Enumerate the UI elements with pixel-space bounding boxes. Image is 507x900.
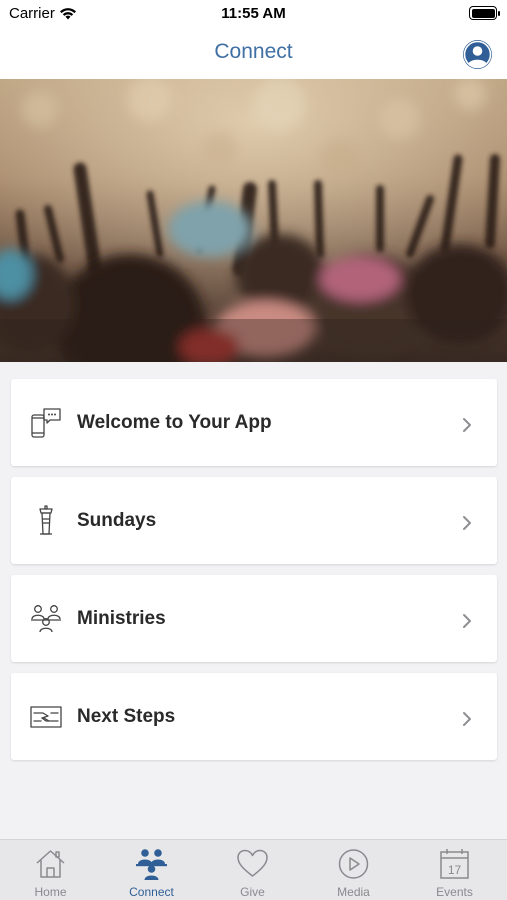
tab-bar: Home Connect Give Media 17 Events — [0, 839, 507, 900]
menu-item-label: Welcome to Your App — [77, 412, 272, 433]
hero-image — [0, 79, 507, 362]
tab-label: Home — [34, 885, 67, 899]
tab-label: Media — [337, 885, 370, 899]
page-title: Connect — [214, 40, 293, 63]
handshake-icon — [30, 706, 62, 728]
menu-item-welcome[interactable]: Welcome to Your App — [11, 379, 497, 466]
tab-label: Give — [240, 885, 265, 899]
tab-home[interactable]: Home — [0, 840, 101, 900]
chevron-right-icon — [463, 614, 471, 628]
phone-chat-icon — [31, 408, 61, 438]
menu-item-label: Ministries — [77, 608, 166, 629]
navigation-bar: Connect — [0, 28, 507, 79]
connect-people-icon — [136, 849, 167, 880]
tab-media[interactable]: Media — [303, 840, 404, 900]
chevron-right-icon — [463, 418, 471, 432]
play-icon — [338, 849, 369, 879]
menu-item-label: Sundays — [77, 510, 157, 531]
battery-icon — [469, 6, 500, 20]
heart-icon — [237, 849, 268, 877]
user-icon — [463, 40, 492, 69]
status-bar: Carrier 11:55 AM — [0, 0, 507, 28]
chevron-right-icon — [463, 516, 471, 530]
tab-label: Connect — [129, 885, 174, 899]
tab-give[interactable]: Give — [202, 840, 303, 900]
menu-item-next-steps[interactable]: Next Steps — [11, 673, 497, 760]
menu-item-sundays[interactable]: Sundays — [11, 477, 497, 564]
chevron-right-icon — [463, 712, 471, 726]
tab-events[interactable]: 17 Events — [404, 840, 505, 900]
profile-button[interactable] — [463, 40, 492, 69]
tab-label: Events — [436, 885, 473, 899]
tab-connect[interactable]: Connect — [101, 840, 202, 900]
status-time: 11:55 AM — [221, 5, 286, 22]
group-people-icon — [31, 605, 61, 633]
calendar-icon: 17 — [440, 849, 469, 879]
pulpit-icon — [39, 505, 53, 535]
menu-item-ministries[interactable]: Ministries — [11, 575, 497, 662]
calendar-day-number: 17 — [448, 863, 462, 877]
home-icon — [36, 850, 65, 878]
menu-item-label: Next Steps — [77, 706, 176, 727]
worship-crowd-image — [0, 79, 507, 362]
